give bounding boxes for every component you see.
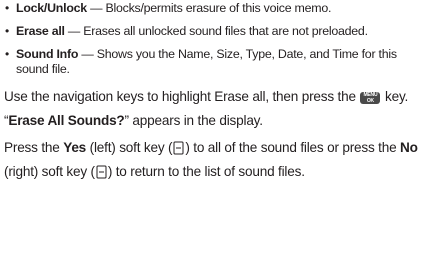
display-prompt-text: Erase All Sounds? — [8, 113, 125, 128]
no-label: No — [400, 140, 418, 155]
option-term: Sound Info — [16, 47, 79, 61]
paragraph-text: Use the navigation keys to highlight Era… — [4, 89, 360, 104]
bullet-dot: • — [5, 24, 9, 38]
paragraph-text: (left) soft key ( — [86, 140, 173, 155]
paragraph-text: Press the — [4, 140, 64, 155]
option-term: Lock/Unlock — [16, 1, 87, 15]
instruction-paragraph-1: Use the navigation keys to highlight Era… — [4, 85, 432, 133]
menu-ok-key-icon: MENU OK — [360, 92, 381, 104]
option-description: — Erases all unlocked sound files that a… — [64, 24, 368, 38]
manual-page: • Lock/Unlock — Blocks/permits erasure o… — [0, 0, 438, 261]
list-item-lock-unlock: • Lock/Unlock — Blocks/permits erasure o… — [4, 1, 432, 16]
right-softkey-icon — [96, 165, 107, 179]
list-item-sound-info: • Sound Info — Shows you the Name, Size,… — [4, 47, 406, 77]
paragraph-text: ) to all of the sound files or press the — [185, 140, 401, 155]
option-description: — Blocks/permits erasure of this voice m… — [86, 1, 332, 15]
list-item-erase-all: • Erase all — Erases all unlocked sound … — [4, 24, 432, 39]
bullet-dot: • — [5, 1, 9, 15]
option-term: Erase all — [16, 24, 65, 38]
left-softkey-icon — [173, 141, 184, 155]
yes-label: Yes — [63, 140, 87, 155]
bullet-dot: • — [5, 47, 9, 61]
paragraph-text: ” appears in the display. — [124, 113, 264, 128]
paragraph-text: (right) soft key ( — [4, 164, 95, 179]
option-list: • Lock/Unlock — Blocks/permits erasure o… — [4, 1, 432, 77]
paragraph-text: ) to return to the list of sound files. — [107, 164, 305, 179]
instruction-paragraph-2: Press the Yes (left) soft key ( ) to all … — [4, 136, 432, 184]
